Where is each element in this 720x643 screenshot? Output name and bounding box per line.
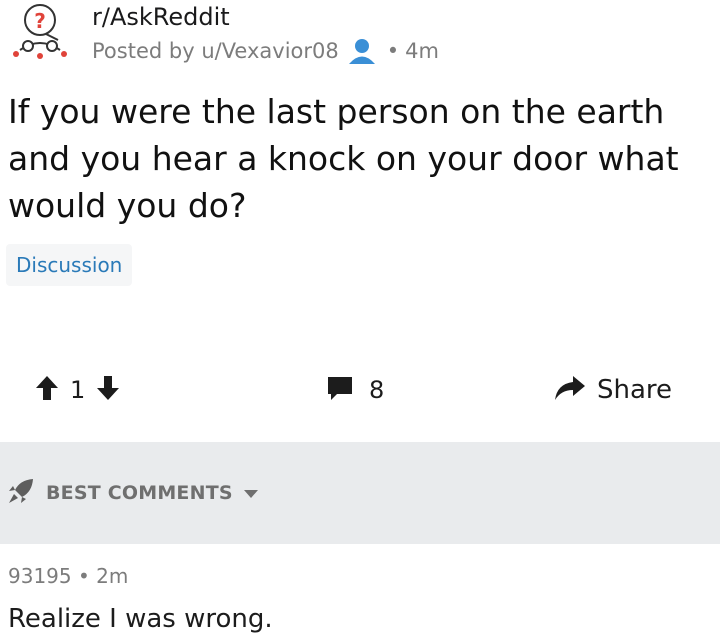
post-age: 4m xyxy=(405,39,439,63)
comment: 93195 • 2m Realize I was wrong. xyxy=(0,560,720,643)
svg-text:?: ? xyxy=(34,9,46,33)
comment-count: 8 xyxy=(369,376,385,404)
comment-age: 2m xyxy=(96,564,129,588)
up-arrow-icon[interactable] xyxy=(34,374,60,406)
vote-count: 1 xyxy=(70,376,86,404)
down-arrow-icon[interactable] xyxy=(95,374,121,406)
meta-separator: • xyxy=(386,39,400,63)
post-flair[interactable]: Discussion xyxy=(6,244,133,286)
comment-body: Realize I was wrong. xyxy=(8,604,273,634)
caret-down-icon xyxy=(243,484,259,503)
user-icon xyxy=(347,37,377,65)
post-action-bar: 1 8 Share xyxy=(0,366,720,414)
comment-score: 93195 xyxy=(8,564,72,588)
comment-meta: 93195 • 2m xyxy=(8,564,128,588)
comment-bubble-icon xyxy=(325,374,355,406)
sort-dropdown[interactable]: BEST COMMENTS xyxy=(6,477,259,509)
share-label: Share xyxy=(597,375,673,405)
subreddit-name[interactable]: r/AskReddit xyxy=(92,2,230,32)
comments-button[interactable]: 8 xyxy=(325,366,384,414)
author-link[interactable]: u/Vexavior08 xyxy=(201,39,338,63)
rocket-icon xyxy=(6,476,36,510)
comment-sort-bar: BEST COMMENTS xyxy=(0,442,720,544)
comment-meta-separator: • xyxy=(77,564,97,588)
share-button[interactable]: Share xyxy=(553,366,672,414)
post-header: ? r/AskReddit Posted by u/Vexavior08 • 4… xyxy=(0,0,720,80)
askreddit-snoo-icon[interactable]: ? xyxy=(6,2,74,64)
vote-controls: 1 xyxy=(34,366,121,414)
sort-label: BEST COMMENTS xyxy=(46,482,233,504)
post-meta: Posted by u/Vexavior08 • 4m xyxy=(92,36,439,66)
posted-by-prefix: Posted by xyxy=(92,39,195,63)
share-arrow-icon xyxy=(553,374,587,406)
post-title[interactable]: If you were the last person on the earth… xyxy=(8,88,714,229)
